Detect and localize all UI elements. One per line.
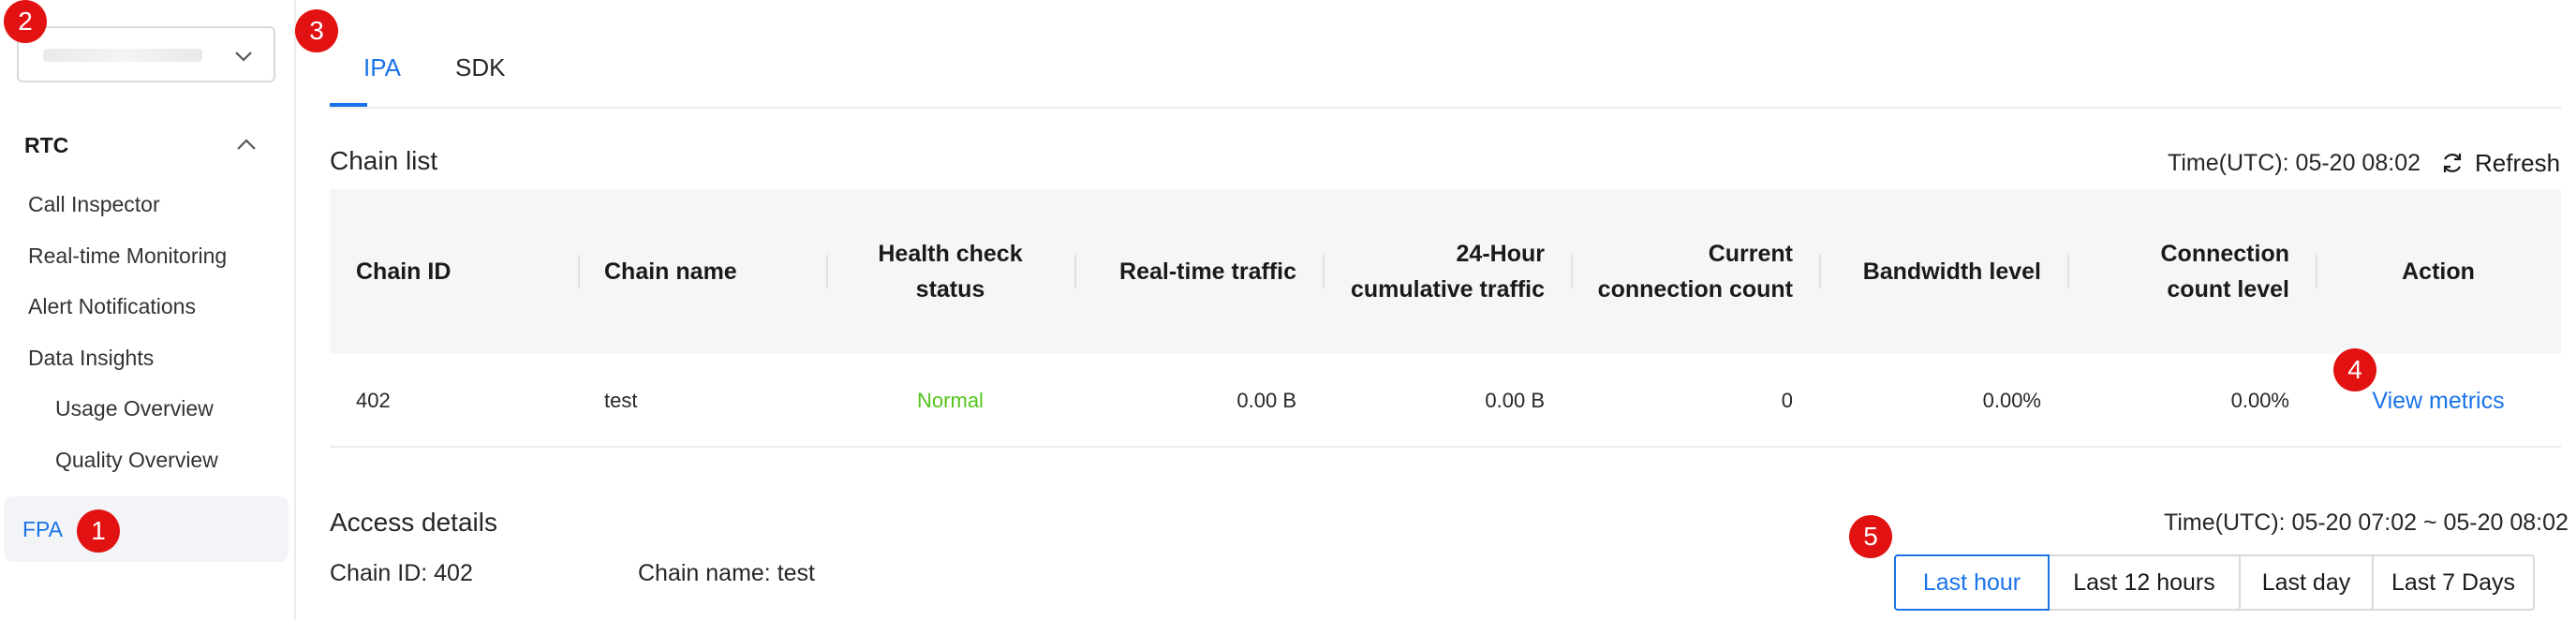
sidebar-item-call-inspector[interactable]: Call Inspector <box>28 190 160 218</box>
column-header: Bandwidth level <box>1819 189 2067 354</box>
cell-bandwidth-level: 0.00% <box>1982 389 2041 412</box>
sidebar-item-fpa-label: FPA <box>22 517 64 541</box>
project-select[interactable] <box>17 26 275 82</box>
cell-connection-level: 0.00% <box>2230 389 2289 412</box>
cell-connection-count: 0 <box>1781 389 1793 412</box>
tab-active-indicator <box>330 103 367 107</box>
access-details-time: Time(UTC): 05-20 07:02 ~ 05-20 08:02 <box>2164 509 2569 536</box>
annotation-badge: 5 <box>1849 515 1892 558</box>
table-row: 402 test Normal 0.00 B 0.00 B 0 0.00% 0.… <box>330 354 2561 448</box>
column-header: Health check status <box>826 189 1074 354</box>
annotation-badge: 1 <box>77 509 120 553</box>
cell-chain-name: test <box>604 389 638 412</box>
column-header: Connection count level <box>2067 189 2316 354</box>
access-details-title: Access details <box>330 508 497 537</box>
column-header: Action <box>2316 189 2561 354</box>
sidebar-item-alert-notifications[interactable]: Alert Notifications <box>28 292 196 320</box>
chain-list-title: Chain list <box>330 146 438 175</box>
cell-chain-id: 402 <box>356 389 391 412</box>
cell-health-status: Normal <box>917 389 984 412</box>
sidebar: RTC Call Inspector Real-time Monitoring … <box>0 0 296 620</box>
refresh-icon <box>2443 154 2462 172</box>
annotation-badge: 2 <box>4 0 47 43</box>
column-header: Current connection count <box>1571 189 1819 354</box>
tab-sdk[interactable]: SDK <box>455 49 505 86</box>
chain-list-time: Time(UTC): 05-20 08:02 <box>2168 150 2421 176</box>
annotation-badge: 4 <box>2333 348 2376 391</box>
column-header: 24-Hour cumulative traffic <box>1323 189 1571 354</box>
table-header: Chain ID Chain name Health check status … <box>330 189 2561 354</box>
tab-bar: IPA SDK <box>330 0 2561 109</box>
sidebar-item-usage-overview[interactable]: Usage Overview <box>55 394 214 422</box>
sidebar-item-data-insights[interactable]: Data Insights <box>28 344 154 372</box>
chevron-down-icon <box>235 52 252 62</box>
access-chain-name: Chain name: test <box>638 560 815 586</box>
range-last-day-button[interactable]: Last day <box>2239 554 2374 611</box>
time-range-selector: Last hour Last 12 hours Last day Last 7 … <box>1894 554 2535 611</box>
range-last-7-days-button[interactable]: Last 7 Days <box>2372 554 2535 611</box>
cell-realtime-traffic: 0.00 B <box>1236 389 1296 412</box>
sidebar-group-label: RTC <box>24 133 69 157</box>
range-last-hour-button[interactable]: Last hour <box>1894 554 2050 611</box>
main-content: IPA SDK Chain list Time(UTC): 05-20 08:0… <box>296 0 2576 620</box>
sidebar-item-quality-overview[interactable]: Quality Overview <box>55 446 218 474</box>
sidebar-item-fpa[interactable]: FPA <box>4 496 289 562</box>
column-header: Chain name <box>578 189 826 354</box>
column-header: Real-time traffic <box>1074 189 1323 354</box>
refresh-button[interactable]: Refresh <box>2439 146 2560 180</box>
tab-ipa[interactable]: IPA <box>363 49 401 86</box>
range-last-12-hours-button[interactable]: Last 12 hours <box>2048 554 2241 611</box>
cell-cumulative-traffic: 0.00 B <box>1485 389 1545 412</box>
column-header: Chain ID <box>356 258 452 285</box>
project-select-value <box>43 49 202 62</box>
annotation-badge: 3 <box>295 9 338 52</box>
access-chain-id: Chain ID: 402 <box>330 560 473 586</box>
refresh-label: Refresh <box>2475 148 2561 177</box>
sidebar-item-realtime-monitoring[interactable]: Real-time Monitoring <box>28 242 227 270</box>
chevron-up-icon <box>237 139 256 150</box>
sidebar-group-rtc[interactable]: RTC <box>24 129 259 161</box>
view-metrics-link[interactable]: View metrics <box>2346 388 2530 414</box>
